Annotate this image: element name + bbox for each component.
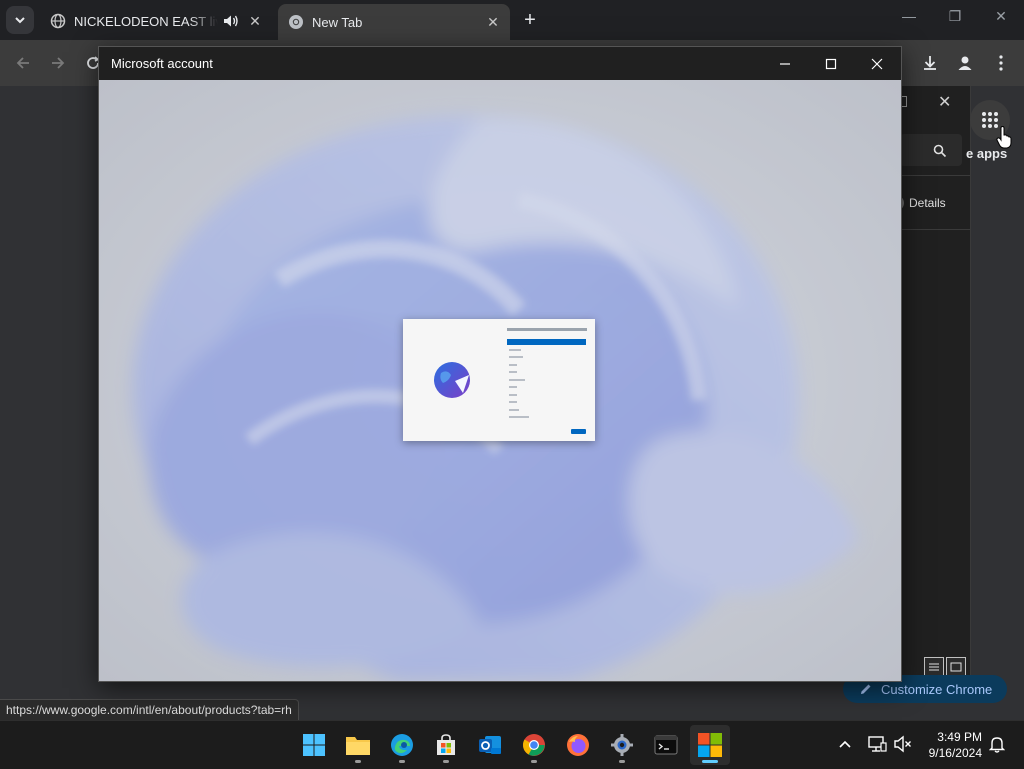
setup-region-option[interactable] xyxy=(509,416,529,418)
microsoft-store-button[interactable] xyxy=(426,725,466,765)
setup-region-option[interactable] xyxy=(509,394,517,396)
downloads-button[interactable] xyxy=(915,48,945,78)
search-icon[interactable] xyxy=(933,144,947,158)
tab-close-icon[interactable]: ✕ xyxy=(244,10,266,32)
tab-search-button[interactable] xyxy=(6,6,34,34)
settings-button[interactable] xyxy=(602,725,642,765)
volume-button[interactable] xyxy=(892,733,914,755)
ms-maximize-button[interactable] xyxy=(808,47,854,80)
clock-date: 9/16/2024 xyxy=(928,746,982,760)
tab-new-tab[interactable]: New Tab ✕ xyxy=(278,4,510,40)
store-icon xyxy=(437,734,455,755)
taskbar: 3:49 PM 9/16/2024 xyxy=(0,720,1024,769)
running-indicator xyxy=(702,760,718,763)
globe-icon xyxy=(50,13,66,29)
terminal-icon xyxy=(654,735,678,755)
running-indicator xyxy=(619,760,625,763)
tab-title: NICKELODEON EAST live stream xyxy=(74,13,218,29)
tile-view-icon[interactable] xyxy=(946,657,966,677)
setup-region-card xyxy=(403,319,595,441)
close-icon xyxy=(871,58,883,69)
ms-window-title: Microsoft account xyxy=(111,56,213,71)
menu-icon xyxy=(999,55,1003,71)
running-indicator xyxy=(531,760,537,763)
setup-region-option[interactable] xyxy=(509,364,517,366)
ms-minimize-button[interactable] xyxy=(762,47,808,80)
minimize-button[interactable]: — xyxy=(886,8,932,32)
clock-time: 3:49 PM xyxy=(937,730,982,744)
edge-button[interactable] xyxy=(382,725,422,765)
download-icon xyxy=(924,56,936,70)
speaker-icon[interactable] xyxy=(222,13,240,29)
setup-region-option[interactable] xyxy=(509,371,517,373)
tab-close-icon[interactable]: ✕ xyxy=(482,11,504,33)
list-view-icon[interactable] xyxy=(924,657,944,677)
profile-button[interactable] xyxy=(950,48,980,78)
terminal-button[interactable] xyxy=(646,725,686,765)
file-explorer-button[interactable] xyxy=(338,725,378,765)
setup-heading-text xyxy=(507,328,587,331)
close-button[interactable]: ✕ xyxy=(978,8,1024,32)
firefox-icon xyxy=(567,734,589,756)
clock[interactable]: 3:49 PM 9/16/2024 xyxy=(912,729,982,761)
chevron-up-icon xyxy=(839,740,851,748)
globe-icon xyxy=(434,362,470,398)
chrome-menu-button[interactable] xyxy=(986,48,1016,78)
volume-muted-icon xyxy=(894,735,911,753)
microsoft-account-window: Microsoft account xyxy=(98,46,902,682)
running-indicator xyxy=(355,760,361,763)
show-hidden-icons-button[interactable] xyxy=(834,733,856,755)
notifications-button[interactable] xyxy=(986,733,1008,755)
chrome-icon xyxy=(523,734,545,756)
running-indicator xyxy=(399,760,405,763)
back-button[interactable] xyxy=(8,48,38,78)
windows-start-icon xyxy=(303,734,325,756)
chrome-button[interactable] xyxy=(514,725,554,765)
setup-region-option[interactable] xyxy=(509,409,519,411)
chevron-down-icon xyxy=(15,17,25,24)
bell-icon xyxy=(989,737,1005,753)
tab-title: New Tab xyxy=(312,14,363,30)
maximize-button[interactable]: ❐ xyxy=(932,8,978,32)
pencil-icon xyxy=(861,684,871,694)
ms-titlebar: Microsoft account xyxy=(99,47,901,80)
new-tab-button[interactable]: + xyxy=(518,9,542,33)
setup-region-option[interactable] xyxy=(509,349,521,351)
outlook-icon xyxy=(479,736,501,754)
details-label[interactable]: Details xyxy=(909,196,946,210)
start-button[interactable] xyxy=(294,725,334,765)
status-url-bubble: https://www.google.com/intl/en/about/pro… xyxy=(0,699,299,722)
profile-icon xyxy=(958,56,972,70)
firefox-button[interactable] xyxy=(558,725,598,765)
ms-close-button[interactable] xyxy=(854,47,900,80)
microsoft-account-taskbar-button[interactable] xyxy=(690,725,730,765)
minimize-icon xyxy=(780,62,790,65)
folder-icon xyxy=(346,737,370,755)
setup-yes-button[interactable] xyxy=(571,429,586,434)
setup-selected-region[interactable] xyxy=(507,339,586,345)
outlook-button[interactable] xyxy=(470,725,510,765)
customize-chrome-label: Customize Chrome xyxy=(881,681,993,697)
edge-icon xyxy=(391,734,413,756)
network-icon xyxy=(868,736,887,752)
setup-region-option[interactable] xyxy=(509,356,523,358)
setup-region-option[interactable] xyxy=(509,401,517,403)
forward-icon xyxy=(52,57,65,69)
back-icon xyxy=(16,57,29,69)
chrome-icon xyxy=(289,15,303,29)
tab-nickelodeon[interactable]: NICKELODEON EAST live stream ✕ xyxy=(40,6,272,36)
setup-region-option[interactable] xyxy=(509,379,525,381)
store-search-box[interactable] xyxy=(900,134,962,166)
tab-strip: NICKELODEON EAST live stream ✕ New Tab ✕… xyxy=(0,0,1024,40)
store-close-icon[interactable]: ✕ xyxy=(938,92,951,112)
running-indicator xyxy=(443,760,449,763)
setup-region-option[interactable] xyxy=(509,386,517,388)
maximize-icon xyxy=(825,58,837,69)
microsoft-logo-icon xyxy=(698,733,722,757)
hand-cursor-icon xyxy=(996,126,1012,149)
network-button[interactable] xyxy=(866,733,888,755)
ms-dialog-body xyxy=(99,80,901,681)
gear-icon xyxy=(611,734,633,756)
forward-button[interactable] xyxy=(43,48,73,78)
